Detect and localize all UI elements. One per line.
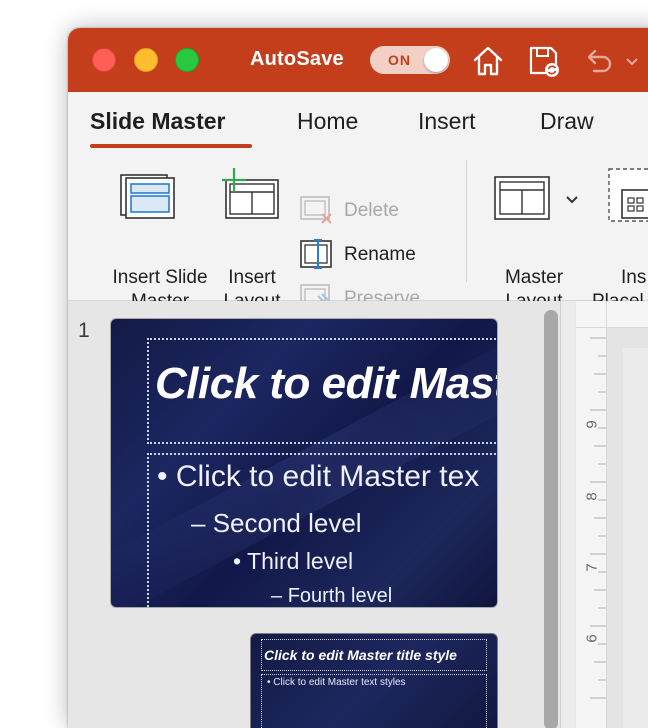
tab-home[interactable]: Home: [297, 108, 358, 135]
level-1-text: • Click to edit Master tex: [157, 460, 480, 493]
tab-draw[interactable]: Draw: [540, 108, 594, 135]
insert-placeholder-icon: [608, 168, 648, 229]
horizontal-ruler: [607, 301, 648, 328]
rename-label: Rename: [344, 244, 416, 265]
active-tab-underline: [90, 144, 252, 148]
insert-placeholder-label-1: Ins: [621, 267, 647, 288]
insert-layout-icon: [220, 166, 282, 227]
ruler-mark-9: 9: [583, 420, 601, 429]
ruler-mark-7: 7: [583, 563, 601, 572]
powerpoint-window: AutoSave ON Slide Master Home Insert Dra…: [68, 28, 648, 728]
chevron-down-icon[interactable]: [625, 54, 639, 72]
autosave-label: AutoSave: [250, 48, 344, 70]
master-layout-label-1: Master: [504, 267, 564, 288]
rename-icon: [300, 238, 334, 275]
vertical-ruler: 9 8 7 6: [576, 328, 607, 728]
slide-canvas[interactable]: [623, 348, 648, 728]
delete-label: Delete: [344, 200, 399, 221]
level-2-text: – Second level: [191, 508, 362, 538]
insert-layout-label-1: Insert: [228, 267, 276, 288]
ribbon-separator: [466, 160, 467, 282]
tab-insert[interactable]: Insert: [418, 108, 476, 135]
home-icon[interactable]: [471, 44, 505, 83]
layout-title-text: Click to edit Master title style: [264, 647, 457, 663]
level-4-text: – Fourth level: [271, 585, 393, 607]
master-title-text: Click to edit Maste: [155, 359, 498, 408]
delete-icon: [300, 196, 334, 231]
slide-number: 1: [78, 319, 90, 342]
tab-slide-master[interactable]: Slide Master: [90, 108, 226, 135]
autosave-state: ON: [388, 52, 411, 68]
layout-body-text: • Click to edit Master text styles: [267, 677, 406, 688]
ribbon: Slide Master Home Insert Draw Insert Sli…: [68, 92, 648, 312]
slide-master-thumbnail[interactable]: Click to edit Maste • Click to edit Mast…: [110, 318, 498, 608]
title-bar: AutoSave ON: [68, 28, 648, 92]
slide-thumbnail-pane[interactable]: 1 Click to edit Maste • Click to edit Ma…: [68, 301, 560, 728]
level-3-text: • Third level: [233, 548, 354, 574]
chevron-down-icon[interactable]: [565, 192, 579, 210]
pane-divider[interactable]: [560, 301, 575, 728]
minimize-window-button[interactable]: [134, 48, 158, 72]
save-icon[interactable]: [527, 44, 561, 83]
close-window-button[interactable]: [92, 48, 116, 72]
undo-icon[interactable]: [582, 44, 616, 83]
toggle-knob: [424, 48, 448, 72]
ruler-mark-8: 8: [583, 492, 601, 501]
thumbnail-scrollbar[interactable]: [544, 310, 558, 728]
autosave-toggle[interactable]: ON: [370, 46, 450, 74]
master-layout-icon: [494, 176, 550, 225]
layout-thumbnail[interactable]: Click to edit Master title style • Click…: [250, 633, 498, 728]
ruler-mark-6: 6: [583, 634, 601, 643]
slide-master-icon: [120, 174, 176, 225]
ruler-corner: [576, 301, 607, 328]
zoom-window-button[interactable]: [175, 48, 199, 72]
